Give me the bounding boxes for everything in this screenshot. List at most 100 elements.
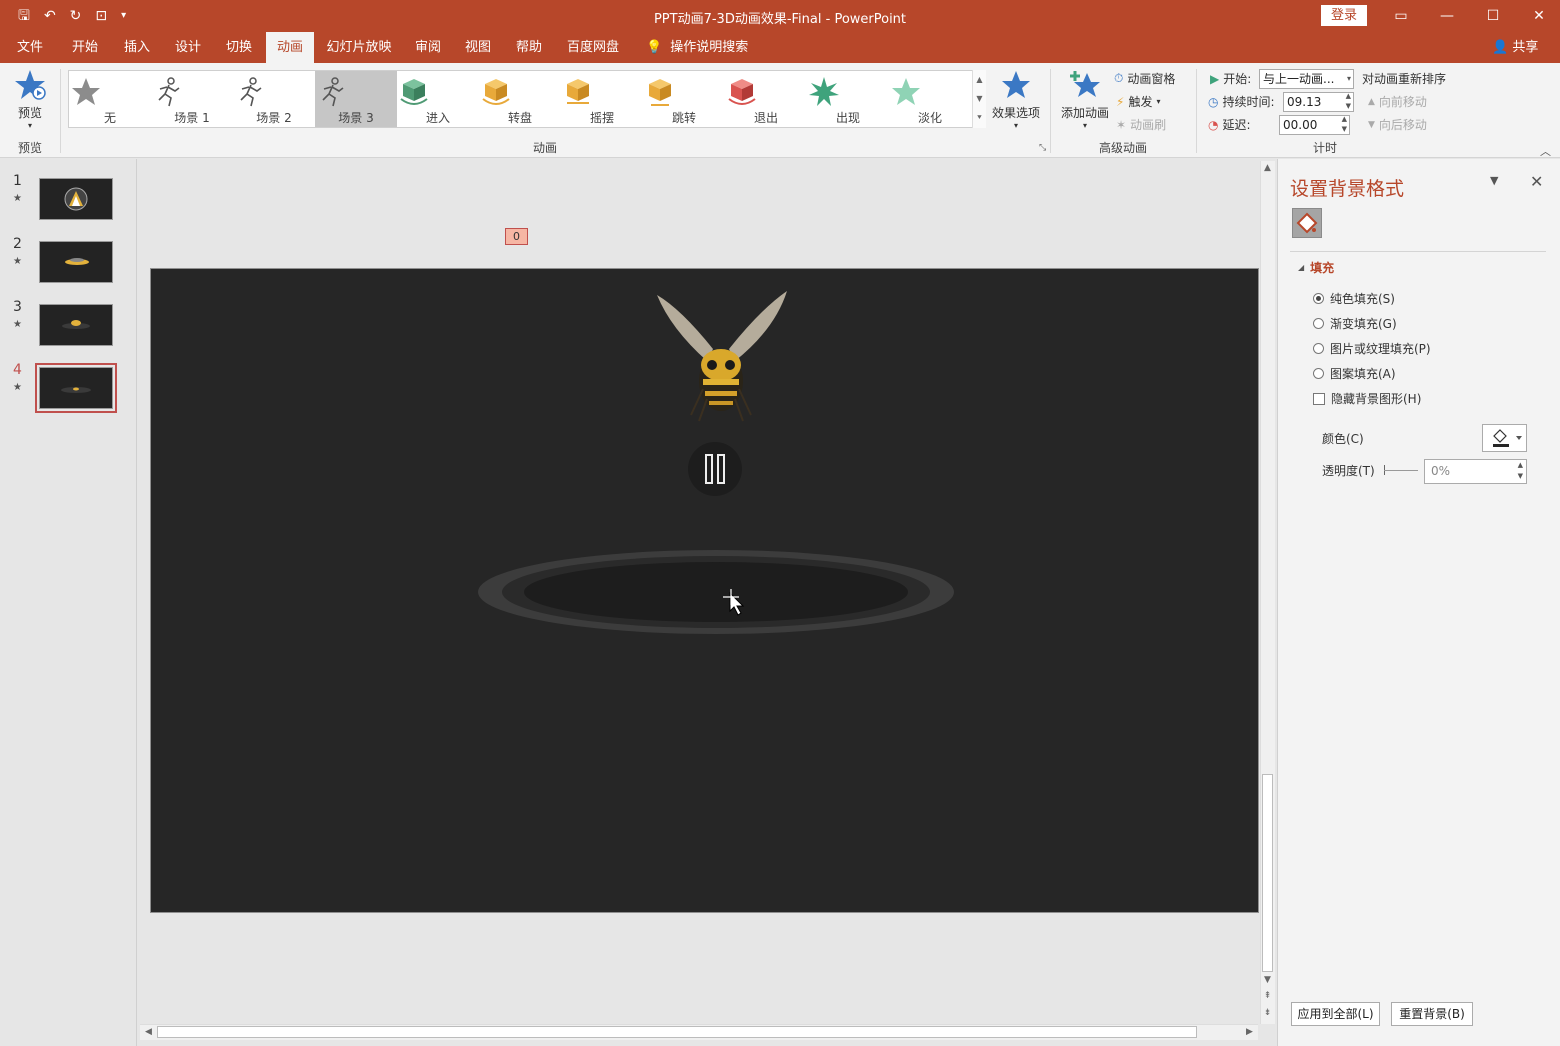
save-icon[interactable]: 🖫 <box>18 6 30 26</box>
anim-appear[interactable]: 出现 <box>807 71 889 127</box>
spinner-icon[interactable]: ▲ ▼ <box>1518 460 1523 482</box>
tab-slideshow[interactable]: 幻灯片放映 <box>322 32 396 63</box>
start-from-beginning-icon[interactable]: ⊡ <box>95 6 107 26</box>
anim-swing[interactable]: 摇摆 <box>561 71 643 127</box>
slide-thumbnail-1[interactable] <box>39 178 113 220</box>
gallery-up-icon[interactable]: ▲ <box>973 70 986 89</box>
customize-qat-icon[interactable]: ▾ <box>121 6 126 26</box>
apply-to-all-button[interactable]: 应用到全部(L) <box>1291 1002 1380 1026</box>
gallery-more-icon[interactable]: ⯆ <box>973 108 986 127</box>
scroll-right-icon[interactable]: ▶ <box>1243 1027 1256 1037</box>
scroll-down-icon[interactable]: ▼ <box>1261 975 1274 985</box>
animation-pane-button[interactable]: ⏱ 动画窗格 <box>1114 70 1175 87</box>
checkbox-icon[interactable] <box>1313 392 1325 405</box>
gallery-down-icon[interactable]: ▼ <box>973 89 986 108</box>
gallery-scroll[interactable]: ▲ ▼ ⯆ <box>972 70 986 128</box>
minimize-icon[interactable]: — <box>1424 0 1470 32</box>
add-animation-dropdown-icon[interactable]: ▾ <box>1058 121 1112 130</box>
maximize-icon[interactable]: ☐ <box>1470 0 1516 32</box>
close-icon[interactable]: ✕ <box>1516 0 1560 32</box>
radio-icon[interactable] <box>1313 343 1324 354</box>
tab-transitions[interactable]: 切换 <box>216 32 262 63</box>
slide-thumbnail-4[interactable] <box>35 363 117 413</box>
anim-scene-2[interactable]: 场景 2 <box>233 71 315 127</box>
slide-number: 3 <box>13 299 22 315</box>
collapse-ribbon-icon[interactable]: ︿ <box>1540 143 1551 159</box>
media-pause-button[interactable] <box>688 442 742 496</box>
tab-view[interactable]: 视图 <box>456 32 500 63</box>
radio-icon[interactable] <box>1313 293 1324 304</box>
fill-section-header[interactable]: ◢ 填充 <box>1298 259 1334 276</box>
anim-label: 转盘 <box>507 111 532 125</box>
animation-painter-button[interactable]: ✶ 动画刷 <box>1116 116 1166 133</box>
tab-animations[interactable]: 动画 <box>266 32 314 63</box>
hide-background-option[interactable]: 隐藏背景图形(H) <box>1313 390 1421 407</box>
tab-review[interactable]: 审阅 <box>406 32 450 63</box>
bee-thumbnail <box>65 258 89 265</box>
tab-file[interactable]: 文件 <box>8 32 52 63</box>
color-picker-button[interactable] <box>1482 424 1527 452</box>
login-button[interactable]: 登录 <box>1321 5 1367 26</box>
transparency-input[interactable]: 0% ▲ ▼ <box>1424 459 1527 484</box>
transparency-slider[interactable] <box>1384 470 1418 471</box>
slide-thumbnail-3[interactable] <box>39 304 113 346</box>
fill-tab[interactable] <box>1292 208 1322 238</box>
spinner-icon[interactable]: ▲ ▼ <box>1346 91 1351 111</box>
tab-baidu-netdisk[interactable]: 百度网盘 <box>562 32 624 63</box>
anim-none[interactable]: 无 <box>69 71 151 127</box>
animation-order-tag[interactable]: 0 <box>505 228 528 245</box>
tab-help[interactable]: 帮助 <box>507 32 551 63</box>
radio-icon[interactable] <box>1313 368 1324 379</box>
anim-turntable[interactable]: 转盘 <box>479 71 561 127</box>
move-later-button[interactable]: ▼ 向后移动 <box>1368 116 1427 133</box>
anim-enter[interactable]: 进入 <box>397 71 479 127</box>
redo-icon[interactable]: ↻ <box>70 6 82 26</box>
portal-ellipse[interactable] <box>478 550 954 634</box>
vertical-scroll-thumb[interactable] <box>1262 774 1273 972</box>
move-earlier-button[interactable]: ▲ 向前移动 <box>1368 93 1427 110</box>
anim-exit[interactable]: 退出 <box>725 71 807 127</box>
spinner-icon[interactable]: ▲ ▼ <box>1342 114 1347 134</box>
tab-home[interactable]: 开始 <box>62 32 108 63</box>
start-label: 开始: <box>1223 72 1252 86</box>
scroll-left-icon[interactable]: ◀ <box>142 1027 155 1037</box>
reset-background-button[interactable]: 重置背景(B) <box>1391 1002 1473 1026</box>
horizontal-scroll-thumb[interactable] <box>157 1026 1197 1038</box>
bee-image[interactable] <box>657 291 787 422</box>
previous-slide-icon[interactable]: ⇞ <box>1261 991 1274 1001</box>
gradient-fill-option[interactable]: 渐变填充(G) <box>1313 315 1397 332</box>
tab-design[interactable]: 设计 <box>165 32 211 63</box>
animation-dialog-launcher-icon[interactable]: ⤡ <box>1039 143 1046 153</box>
lightning-icon: ⚡ <box>1116 94 1125 109</box>
preview-dropdown-icon[interactable]: ▾ <box>12 121 48 130</box>
duration-input[interactable]: 09.13 ▲ ▼ <box>1283 92 1354 112</box>
preview-button[interactable]: 预览 ▾ <box>12 69 48 130</box>
trigger-button[interactable]: ⚡ 触发 ▾ <box>1116 93 1160 110</box>
tab-insert[interactable]: 插入 <box>114 32 160 63</box>
anim-scene-1[interactable]: 场景 1 <box>151 71 233 127</box>
effect-options-button[interactable]: 效果选项 ▾ <box>990 69 1042 130</box>
picture-fill-option[interactable]: 图片或纹理填充(P) <box>1313 340 1431 357</box>
pane-options-icon[interactable]: ▼ <box>1490 174 1498 187</box>
add-animation-button[interactable]: 添加动画 ▾ <box>1058 69 1112 130</box>
pattern-fill-option[interactable]: 图案填充(A) <box>1313 365 1396 382</box>
anim-jump[interactable]: 跳转 <box>643 71 725 127</box>
slide-canvas[interactable] <box>150 268 1259 913</box>
radio-icon[interactable] <box>1313 318 1324 329</box>
undo-icon[interactable]: ↶ <box>44 6 56 26</box>
close-icon[interactable]: ✕ <box>1530 172 1543 191</box>
group-label-timing: 计时 <box>1312 141 1337 155</box>
slide-thumbnail-2[interactable] <box>39 241 113 283</box>
anim-scene-3[interactable]: 场景 3 <box>315 71 397 127</box>
clock-icon: ◷ <box>1208 94 1219 109</box>
scroll-up-icon[interactable]: ▲ <box>1261 163 1274 173</box>
delay-input[interactable]: 00.00 ▲ ▼ <box>1279 115 1350 135</box>
ribbon-display-icon[interactable]: ▭ <box>1378 0 1424 32</box>
solid-fill-option[interactable]: 纯色填充(S) <box>1313 290 1395 307</box>
tell-me-search[interactable]: 💡 操作说明搜索 <box>646 32 748 63</box>
share-button[interactable]: 👤 共享 <box>1492 32 1538 63</box>
next-slide-icon[interactable]: ⇟ <box>1261 1008 1274 1018</box>
effect-options-dropdown-icon[interactable]: ▾ <box>990 121 1042 130</box>
start-select[interactable]: 与上一动画... ▾ <box>1259 69 1354 89</box>
anim-fade[interactable]: 淡化 <box>889 71 971 127</box>
